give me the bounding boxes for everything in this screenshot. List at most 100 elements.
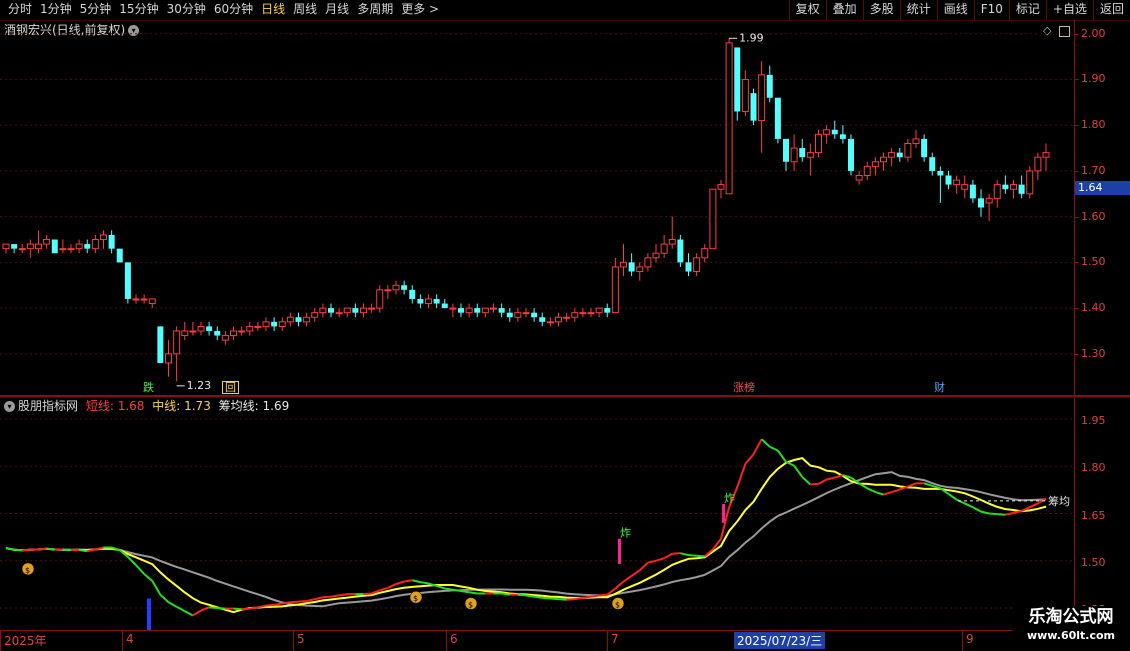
short-line-seg xyxy=(567,599,575,600)
candle xyxy=(824,125,830,143)
date-label-jun: 6 xyxy=(450,632,458,646)
candle xyxy=(921,134,927,161)
indicator-tick-label: 1.65 xyxy=(1081,509,1106,522)
candle xyxy=(564,313,570,322)
period-tab-3[interactable]: 15分钟 xyxy=(115,0,162,20)
price-tick-label: 1.70 xyxy=(1081,164,1106,177)
tool-buttons: 复权叠加多股统计画线F10标记+自选返回 xyxy=(789,0,1130,20)
candle xyxy=(52,240,58,254)
current-price-tag: 1.64 xyxy=(1075,181,1130,195)
short-line-seg xyxy=(518,595,526,596)
candle xyxy=(507,308,513,322)
short-line-seg xyxy=(632,570,640,576)
candle xyxy=(304,313,310,327)
candle xyxy=(1011,180,1017,198)
short-line-seg xyxy=(526,595,534,596)
candle xyxy=(726,38,732,193)
period-tab-9[interactable]: 多周期 xyxy=(353,0,397,20)
short-line-seg xyxy=(737,464,745,487)
short-line-seg xyxy=(404,580,412,581)
short-line-seg xyxy=(949,494,957,500)
tool-button-0[interactable]: 复权 xyxy=(789,0,826,20)
candle xyxy=(336,308,342,317)
short-line-seg xyxy=(315,597,323,599)
candle xyxy=(450,304,456,318)
candle xyxy=(523,308,529,317)
candle xyxy=(515,308,521,322)
period-tab-6[interactable]: 日线 xyxy=(257,0,289,20)
short-line-seg xyxy=(794,466,802,477)
short-line-seg xyxy=(420,582,428,583)
period-tab-10[interactable]: 更多 > xyxy=(397,0,443,20)
price-tick-label: 1.60 xyxy=(1081,210,1106,223)
period-tab-5[interactable]: 60分钟 xyxy=(210,0,257,20)
signal-marker-drop[interactable]: 跌 xyxy=(141,381,156,394)
candle xyxy=(458,304,464,318)
candle xyxy=(848,134,854,175)
candle xyxy=(872,157,878,175)
candle xyxy=(751,89,757,126)
short-line-seg xyxy=(47,549,55,550)
period-tab-2[interactable]: 5分钟 xyxy=(76,0,116,20)
short-line-seg xyxy=(762,439,770,447)
short-line-seg xyxy=(469,592,477,593)
candle xyxy=(742,70,748,116)
candle xyxy=(604,304,610,318)
tool-button-8[interactable]: 返回 xyxy=(1093,0,1130,20)
candle xyxy=(937,166,943,203)
tool-button-5[interactable]: F10 xyxy=(974,0,1009,20)
magenta-signal-bar xyxy=(722,504,725,523)
short-line-seg xyxy=(542,598,550,599)
indicator-chart[interactable]: 筹均炸炸$$$$ xyxy=(0,397,1074,630)
signal-marker-rise-list[interactable]: 涨榜 xyxy=(731,381,757,394)
candle xyxy=(101,230,107,248)
short-line-seg xyxy=(875,492,883,495)
period-tab-0[interactable]: 分时 xyxy=(4,0,36,20)
candle xyxy=(271,317,277,331)
money-bag-icon: $ xyxy=(465,598,477,610)
candle xyxy=(653,244,659,262)
candle xyxy=(970,180,976,203)
watermark-title: 乐淘公式网 xyxy=(1012,606,1130,628)
candle xyxy=(547,317,553,326)
tool-button-7[interactable]: +自选 xyxy=(1046,0,1093,20)
short-line-seg xyxy=(242,609,250,610)
candle xyxy=(661,235,667,258)
candle xyxy=(393,281,399,295)
short-line-seg xyxy=(908,483,916,486)
short-line-seg xyxy=(1030,503,1038,507)
price-tick-label: 1.50 xyxy=(1081,255,1106,268)
tool-button-4[interactable]: 画线 xyxy=(937,0,974,20)
short-line-seg xyxy=(380,588,388,591)
date-label-may: 5 xyxy=(297,632,305,646)
candle xyxy=(133,294,139,303)
indicator-tick-label: 1.50 xyxy=(1081,556,1106,569)
candle xyxy=(946,171,952,189)
tool-button-6[interactable]: 标记 xyxy=(1009,0,1046,20)
signal-marker-back[interactable]: 回 xyxy=(222,381,239,394)
candle xyxy=(474,304,480,318)
candle xyxy=(369,304,375,313)
period-tab-1[interactable]: 1分钟 xyxy=(36,0,76,20)
signal-marker-finance[interactable]: 财 xyxy=(932,381,947,394)
period-tab-4[interactable]: 30分钟 xyxy=(163,0,210,20)
watermark-url: www.60lt.com xyxy=(1012,628,1130,644)
high-price-label: 1.99 xyxy=(739,31,764,44)
svg-text:$: $ xyxy=(468,601,473,610)
watermark-logo: 乐淘公式网 www.60lt.com xyxy=(1012,606,1130,650)
candle xyxy=(637,262,643,280)
candle xyxy=(198,322,204,336)
candle xyxy=(409,285,415,303)
period-tab-7[interactable]: 周线 xyxy=(289,0,321,20)
date-cursor-label: 2025/07/23/三 xyxy=(734,632,825,649)
candle xyxy=(361,304,367,318)
short-line-seg xyxy=(802,477,810,485)
tool-button-2[interactable]: 多股 xyxy=(863,0,900,20)
period-tab-8[interactable]: 月线 xyxy=(321,0,353,20)
tool-button-3[interactable]: 统计 xyxy=(900,0,937,20)
candle xyxy=(807,143,813,175)
candlestick-chart[interactable]: 1.991.23 xyxy=(0,20,1074,395)
candle xyxy=(352,304,358,318)
tool-button-1[interactable]: 叠加 xyxy=(826,0,863,20)
candle xyxy=(816,130,822,157)
